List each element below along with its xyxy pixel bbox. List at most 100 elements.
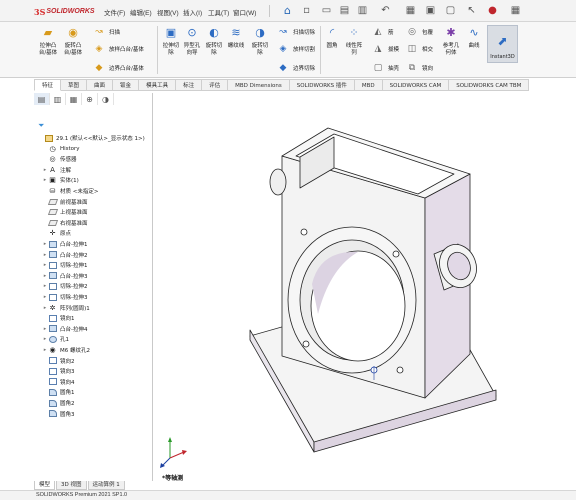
tab-features[interactable]: 特征 [34, 79, 62, 91]
tab-sheet-metal[interactable]: 钣金 [113, 79, 140, 91]
tree-item[interactable]: 圆角3 [34, 409, 153, 419]
lofted-cut-button[interactable]: ◈ 放样切割 [276, 43, 315, 55]
home-icon[interactable]: ⌂ [281, 4, 294, 17]
tree-item[interactable]: ◷ History [34, 144, 153, 154]
tab-motion-study[interactable]: 运动算例 1 [87, 481, 125, 490]
tab-mold-tools[interactable]: 模具工具 [139, 79, 177, 91]
fillet-button[interactable]: ◜ 圆角 [322, 26, 342, 50]
options-icon[interactable]: ▣ [424, 4, 437, 17]
tree-item[interactable]: ✛ 原点 [34, 228, 153, 238]
linear-pattern-button[interactable]: ⁘ 线性阵 列 [343, 26, 365, 56]
tab-sketch[interactable]: 草图 [61, 79, 88, 91]
tree-item[interactable]: 镜向1 [34, 313, 153, 323]
menu-file[interactable]: 文件(F) [104, 7, 125, 17]
sensors-icon: ◎ [49, 155, 56, 164]
menu-view[interactable]: 视图(V) [157, 7, 179, 17]
tree-item[interactable]: 镜向4 [34, 377, 153, 387]
tree-item-label: 切除-拉伸3 [60, 295, 88, 301]
menu-insert[interactable]: 插入(I) [183, 7, 202, 17]
display-manager-tab-icon[interactable]: ◑ [98, 93, 114, 105]
save-icon[interactable]: ▤ [338, 4, 351, 17]
tree-item[interactable]: ▸ 孔1 [34, 334, 153, 344]
print-icon[interactable]: ▥ [356, 4, 369, 17]
tab-markup[interactable]: 标注 [176, 79, 203, 91]
extrude-icon [48, 251, 57, 259]
select-cursor-icon[interactable]: ↖ [465, 4, 478, 17]
tree-item[interactable]: ▸ 切除-拉伸3 [34, 292, 153, 302]
hole-wizard-button[interactable]: ⊙ 异型孔 向导 [181, 26, 203, 56]
draft-button[interactable]: ◮ 拔模 [371, 43, 399, 55]
rib-icon: ◭ [374, 27, 382, 37]
tree-item[interactable]: ▸ 凸台-拉伸2 [34, 250, 153, 260]
file-properties-icon[interactable]: ▢ [444, 4, 457, 17]
tree-item[interactable]: ▸ 切除-拉伸1 [34, 260, 153, 270]
tree-item[interactable]: ◎ 传感器 [34, 154, 153, 164]
boundary-cut-button[interactable]: ◆ 边界切除 [276, 62, 315, 74]
tree-item[interactable]: ▸ 切除-拉伸2 [34, 281, 153, 291]
open-icon[interactable]: ▭ [320, 4, 333, 17]
tree-item[interactable]: ▸ ✲ 阵列(圆周)1 [34, 303, 153, 313]
feature-tree-tab-icon[interactable]: ▤ [34, 93, 50, 105]
panel-menu-icon[interactable]: ▦ [509, 4, 522, 17]
menu-edit[interactable]: 编辑(E) [130, 7, 152, 17]
menu-tools[interactable]: 工具(T) [208, 7, 229, 17]
tree-item[interactable]: ▸ 凸台-拉伸1 [34, 239, 153, 249]
revolved-cut-button[interactable]: ◐ 旋转切 除 [203, 26, 225, 56]
tab-mbd-dimensions[interactable]: MBD Dimensions [228, 79, 290, 91]
filter-icon[interactable]: ⏷ [38, 121, 44, 131]
curves-button[interactable]: ∿ 曲线 [464, 26, 484, 50]
tree-item[interactable]: ▸ ◉ M6 螺纹孔2 [34, 345, 153, 355]
tree-item-label: 前视基准面 [60, 199, 88, 206]
rib-button[interactable]: ◭ 筋 [371, 26, 394, 38]
instant3d-button[interactable]: ⬈ Instant3D [487, 25, 518, 63]
tab-cam-tbm[interactable]: SOLIDWORKS CAM TBM [449, 79, 530, 91]
tree-item-label: 传感器 [60, 157, 77, 164]
property-manager-tab-icon[interactable]: ▥ [50, 93, 66, 105]
tab-addins[interactable]: SOLIDWORKS 插件 [289, 79, 355, 91]
tree-item[interactable]: 上视基准面 [34, 207, 153, 217]
boundary-boss-button[interactable]: ◆ 边界凸台/基体 [92, 62, 144, 74]
tree-item[interactable]: ⛁ 材质 <未指定> [34, 186, 153, 196]
tree-item[interactable]: ▸ 凸台-拉伸4 [34, 324, 153, 334]
thread-button[interactable]: ≋ 螺纹线 [225, 26, 247, 50]
solidworks-logo[interactable]: 3S SOLIDWORKS [34, 6, 95, 17]
revolved-cut-2-button[interactable]: ◑ 旋转切 除 [249, 26, 271, 56]
tab-evaluate[interactable]: 评估 [202, 79, 229, 91]
tab-mbd[interactable]: MBD [354, 79, 383, 91]
tree-item[interactable]: ▸ ▣ 实体(1) [34, 175, 153, 185]
logo-text: SOLIDWORKS [46, 8, 95, 15]
tree-item[interactable]: ▸ 凸台-拉伸3 [34, 271, 153, 281]
menu-window[interactable]: 窗口(W) [233, 7, 256, 17]
undo-icon[interactable]: ↶ [379, 4, 392, 17]
tab-cam[interactable]: SOLIDWORKS CAM [382, 79, 450, 91]
tree-item[interactable]: 圆角2 [34, 398, 153, 408]
revolved-boss-button[interactable]: ◉ 旋转凸 台/基体 [62, 26, 84, 56]
tree-item[interactable]: 前视基准面 [34, 197, 153, 207]
configuration-manager-tab-icon[interactable]: ▦ [66, 93, 82, 105]
traffic-light-icon[interactable]: ● [486, 4, 499, 17]
tree-item[interactable]: 镜向2 [34, 356, 153, 366]
tab-model[interactable]: 模型 [34, 481, 56, 490]
lofted-boss-button[interactable]: ◈ 放样凸台/基体 [92, 43, 144, 55]
extruded-boss-button[interactable]: ▰ 拉伸凸 台/基体 [37, 26, 59, 56]
tab-surfaces[interactable]: 曲面 [87, 79, 114, 91]
tree-item[interactable]: ▸ A 注解 [34, 165, 153, 175]
swept-cut-button[interactable]: ↝ 扫描切除 [276, 26, 315, 38]
panel-tabs: ▤ ▥ ▦ ⊕ ◑ [34, 93, 153, 105]
shell-button[interactable]: ▢ 抽壳 [371, 62, 399, 74]
wrap-button[interactable]: ◎ 包覆 [405, 26, 433, 38]
rebuild-icon[interactable]: ▦ [404, 4, 417, 17]
tree-item[interactable]: 右视基准面 [34, 218, 153, 228]
swept-boss-button[interactable]: ↝ 扫描 [92, 26, 120, 38]
dimxpert-tab-icon[interactable]: ⊕ [82, 93, 98, 105]
new-document-icon[interactable]: ▫ [300, 4, 313, 17]
intersect-button[interactable]: ◫ 相交 [405, 43, 433, 55]
tab-3d-views[interactable]: 3D 视图 [56, 481, 87, 490]
tree-item[interactable]: 圆角1 [34, 387, 153, 397]
part-model[interactable] [240, 118, 502, 454]
tree-root-part[interactable]: 29.1 (默认<<默认>_显示状态 1>) [34, 133, 153, 143]
extruded-cut-button[interactable]: ▣ 拉伸切 除 [160, 26, 182, 56]
mirror-button[interactable]: ⧉ 镜向 [405, 62, 433, 74]
reference-geometry-button[interactable]: ✱ 参考几 何体 [440, 26, 462, 56]
tree-item[interactable]: 镜向3 [34, 366, 153, 376]
